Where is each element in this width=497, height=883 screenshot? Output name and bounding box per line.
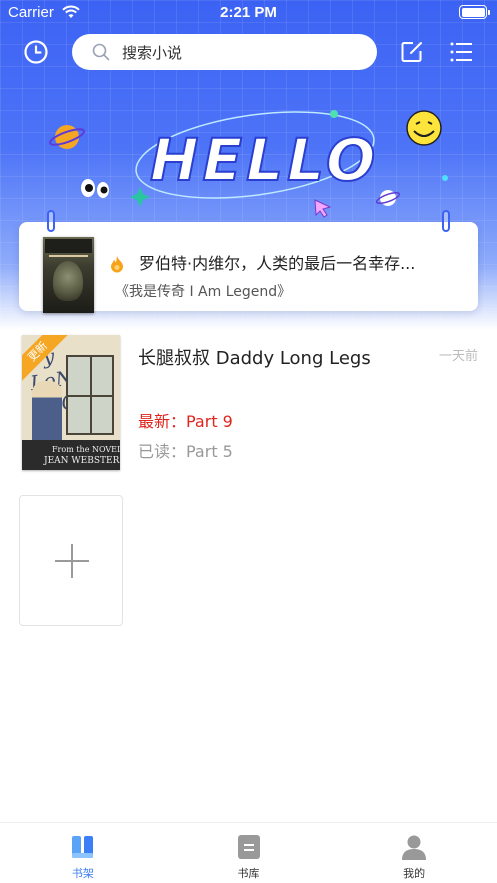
cover-header: [45, 239, 92, 253]
tab-label: 我的: [403, 867, 426, 880]
hello-title: HELLO: [150, 126, 379, 194]
edit-icon[interactable]: [400, 40, 424, 64]
battery-icon: [459, 5, 490, 19]
tab-label: 书库: [237, 867, 260, 880]
tab-bar: 书架 书库 我的: [0, 822, 497, 883]
planet-icon: [48, 125, 86, 149]
profile-icon: [402, 835, 427, 860]
latest-chapter: 最新：Part 9: [138, 412, 233, 431]
binder-clip: [47, 210, 55, 232]
status-bar: Carrier 2:21 PM: [0, 0, 497, 26]
cover-author-text: JEAN WEBSTER: [44, 456, 120, 466]
recommend-book-cover[interactable]: [43, 237, 94, 313]
tab-bookshelf[interactable]: 书架: [0, 823, 166, 883]
history-icon[interactable]: [23, 39, 49, 65]
hello-illustration: HELLO: [48, 110, 448, 218]
cover-figure-art: [32, 381, 62, 447]
read-progress: 已读：Part 5: [138, 442, 233, 461]
tab-label: 书架: [71, 867, 94, 880]
smiley-icon: [406, 110, 442, 146]
flame-icon: [111, 256, 123, 273]
book-updated-time: 一天前: [438, 349, 478, 364]
search-placeholder: 搜索小说: [122, 43, 183, 62]
list-item[interactable]: Dy LoNG LEGS From the NOVEL by JEAN WEBS…: [0, 330, 497, 475]
book-cover[interactable]: Dy LoNG LEGS From the NOVEL by JEAN WEBS…: [22, 335, 120, 470]
cover-title-line: [49, 255, 88, 257]
list-icon[interactable]: [449, 40, 473, 64]
recommend-card[interactable]: 罗伯特·内维尔，人类的最后一名幸存... 《我是传奇 I Am Legend》: [19, 210, 478, 313]
tab-profile[interactable]: 我的: [331, 823, 497, 883]
recommend-title: 罗伯特·内维尔，人类的最后一名幸存...: [139, 254, 416, 273]
status-time: 2:21 PM: [220, 4, 277, 21]
cover-window-art: [66, 355, 114, 435]
binder-clip: [442, 210, 450, 232]
search-icon: [92, 43, 110, 61]
library-icon: [237, 835, 260, 859]
bookshelf-icon: [71, 836, 93, 858]
cover-art: [53, 261, 83, 301]
search-input[interactable]: 搜索小说: [72, 34, 377, 70]
book-title: 长腿叔叔 Daddy Long Legs: [138, 348, 371, 369]
tab-library[interactable]: 书库: [166, 823, 332, 883]
eyes-icon: [81, 179, 109, 198]
cover-from-text: From the NOVEL by: [52, 445, 120, 454]
recommend-book-name: 《我是传奇 I Am Legend》: [115, 284, 292, 300]
add-book-button[interactable]: [19, 495, 123, 626]
